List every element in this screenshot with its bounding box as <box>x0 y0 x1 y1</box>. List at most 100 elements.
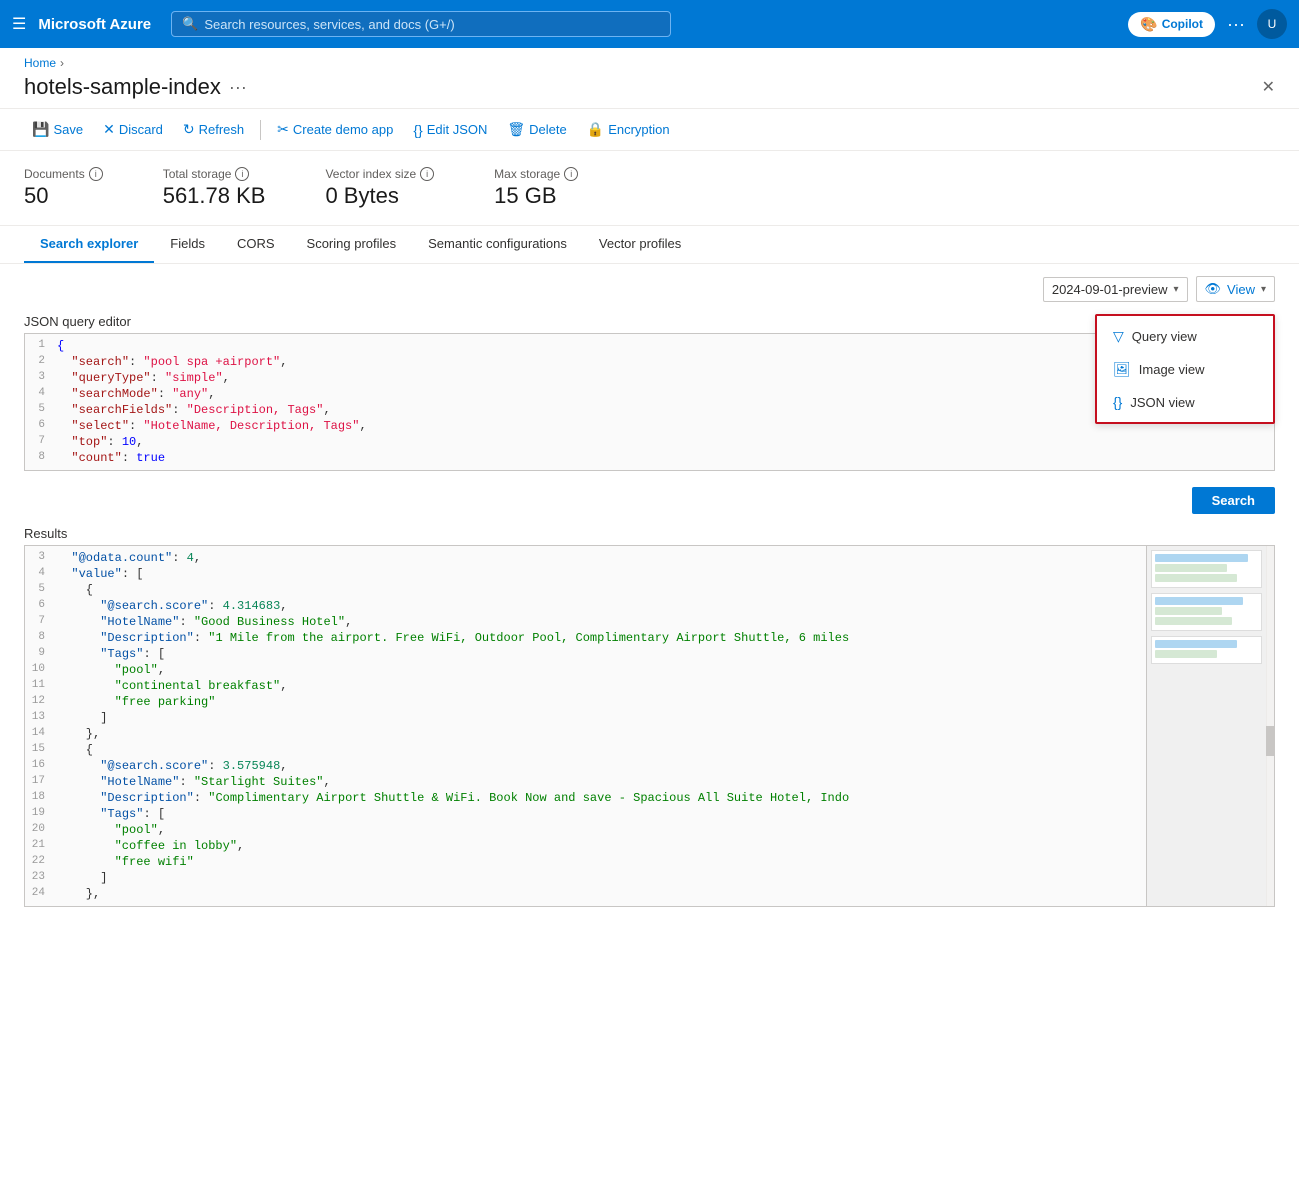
total-storage-info-icon[interactable]: i <box>235 167 249 181</box>
breadcrumb: Home › <box>0 48 1299 70</box>
documents-value: 50 <box>24 183 103 209</box>
tab-scoring-profiles[interactable]: Scoring profiles <box>291 226 413 263</box>
page-title-row: hotels-sample-index ··· <box>24 74 247 100</box>
json-view-icon: {} <box>1113 394 1122 410</box>
close-button[interactable]: ✕ <box>1262 77 1275 97</box>
global-search-input[interactable] <box>204 17 660 32</box>
image-view-icon: 🖼 <box>1113 361 1131 378</box>
tab-vector-profiles[interactable]: Vector profiles <box>583 226 697 263</box>
results-main: 3 "@odata.count": 4, 4 "value": [ 5 { 6 <box>25 546 1146 906</box>
editor-container[interactable]: 1 { 2 "search": "pool spa +airport", 3 "… <box>24 333 1275 471</box>
topbar-right: 🎨 Copilot ··· U <box>1128 9 1287 39</box>
result-line: 8 "Description": "1 Mile from the airpor… <box>25 630 1146 646</box>
query-view-option[interactable]: ▽ Query view <box>1097 320 1273 353</box>
result-line: 16 "@search.score": 3.575948, <box>25 758 1146 774</box>
result-line: 5 { <box>25 582 1146 598</box>
editor-line: 4 "searchMode": "any", <box>25 386 1274 402</box>
discard-icon: ✕ <box>103 121 115 138</box>
save-icon: 💾 <box>32 121 49 138</box>
tab-fields[interactable]: Fields <box>154 226 221 263</box>
vector-index-info-icon[interactable]: i <box>420 167 434 181</box>
avatar[interactable]: U <box>1257 9 1287 39</box>
delete-icon: 🗑 <box>507 121 525 138</box>
stat-max-storage: Max storage i 15 GB <box>494 167 578 209</box>
thumb-block-1 <box>1151 550 1262 588</box>
encryption-button[interactable]: 🔒 Encryption <box>579 117 678 142</box>
view-label: View <box>1227 282 1255 297</box>
max-storage-label: Max storage <box>494 167 560 181</box>
copilot-button[interactable]: 🎨 Copilot <box>1128 12 1215 37</box>
result-line: 22 "free wifi" <box>25 854 1146 870</box>
scrollbar-thumb[interactable] <box>1266 726 1274 756</box>
toolbar-separator-1 <box>260 120 261 140</box>
create-demo-icon: ✂ <box>277 121 289 138</box>
result-line: 19 "Tags": [ <box>25 806 1146 822</box>
results-scrollbar[interactable] <box>1266 546 1274 906</box>
encryption-icon: 🔒 <box>587 121 604 138</box>
results-content: 3 "@odata.count": 4, 4 "value": [ 5 { 6 <box>25 546 1146 906</box>
breadcrumb-sep: › <box>60 56 64 70</box>
menu-icon[interactable]: ☰ <box>12 14 26 34</box>
topbar-more-icon[interactable]: ··· <box>1227 14 1245 35</box>
editor-line: 1 { <box>25 338 1274 354</box>
create-demo-button[interactable]: ✂ Create demo app <box>269 117 401 142</box>
json-view-label: JSON view <box>1130 395 1194 410</box>
search-button-row: Search <box>24 479 1275 522</box>
max-storage-info-icon[interactable]: i <box>564 167 578 181</box>
editor-line: 2 "search": "pool spa +airport", <box>25 354 1274 370</box>
content-topbar: 2024-09-01-preview ▾ 👁 View ▾ ▽ Query vi… <box>24 264 1275 310</box>
stat-documents: Documents i 50 <box>24 167 103 209</box>
stat-vector-index: Vector index size i 0 Bytes <box>325 167 434 209</box>
editor-line: 6 "select": "HotelName, Description, Tag… <box>25 418 1274 434</box>
content-area: 2024-09-01-preview ▾ 👁 View ▾ ▽ Query vi… <box>0 264 1299 907</box>
view-dropdown[interactable]: 👁 View ▾ <box>1196 276 1276 302</box>
json-view-option[interactable]: {} JSON view <box>1097 386 1273 418</box>
page-header: hotels-sample-index ··· ✕ <box>0 70 1299 108</box>
tab-search-explorer[interactable]: Search explorer <box>24 226 154 263</box>
json-query-editor: JSON query editor 1 { 2 "search": "pool … <box>24 310 1275 471</box>
edit-json-icon: {} <box>413 122 422 138</box>
editor-content[interactable]: 1 { 2 "search": "pool spa +airport", 3 "… <box>25 334 1274 470</box>
page-title: hotels-sample-index <box>24 74 221 100</box>
image-view-label: Image view <box>1139 362 1205 377</box>
version-value: 2024-09-01-preview <box>1052 282 1168 297</box>
vector-index-value: 0 Bytes <box>325 183 434 209</box>
editor-line: 3 "queryType": "simple", <box>25 370 1274 386</box>
total-storage-label: Total storage <box>163 167 232 181</box>
result-line: 15 { <box>25 742 1146 758</box>
documents-info-icon[interactable]: i <box>89 167 103 181</box>
copilot-icon: 🎨 <box>1140 16 1157 33</box>
result-line: 23 ] <box>25 870 1146 886</box>
copilot-label: Copilot <box>1162 17 1203 31</box>
query-view-icon: ▽ <box>1113 328 1124 345</box>
version-dropdown[interactable]: 2024-09-01-preview ▾ <box>1043 277 1188 302</box>
edit-json-button[interactable]: {} Edit JSON <box>405 118 495 142</box>
result-line: 20 "pool", <box>25 822 1146 838</box>
result-line: 13 ] <box>25 710 1146 726</box>
delete-button[interactable]: 🗑 Delete <box>499 117 574 142</box>
tab-cors[interactable]: CORS <box>221 226 291 263</box>
result-line: 17 "HotelName": "Starlight Suites", <box>25 774 1146 790</box>
search-button[interactable]: Search <box>1192 487 1275 514</box>
save-button[interactable]: 💾 Save <box>24 117 91 142</box>
result-line: 6 "@search.score": 4.314683, <box>25 598 1146 614</box>
topbar: ☰ Microsoft Azure 🔍 🎨 Copilot ··· U <box>0 0 1299 48</box>
max-storage-value: 15 GB <box>494 183 578 209</box>
global-search[interactable]: 🔍 <box>171 11 671 37</box>
image-view-option[interactable]: 🖼 Image view <box>1097 353 1273 386</box>
thumb-block-2 <box>1151 593 1262 631</box>
vector-index-label: Vector index size <box>325 167 416 181</box>
thumb-block-3 <box>1151 636 1262 664</box>
result-line: 14 }, <box>25 726 1146 742</box>
discard-button[interactable]: ✕ Discard <box>95 117 171 142</box>
results-label: Results <box>24 522 1275 545</box>
page-title-more-icon[interactable]: ··· <box>229 77 247 98</box>
result-line: 4 "value": [ <box>25 566 1146 582</box>
search-icon: 🔍 <box>182 16 198 32</box>
refresh-button[interactable]: ↻ Refresh <box>175 117 252 142</box>
total-storage-value: 561.78 KB <box>163 183 266 209</box>
tab-semantic-configurations[interactable]: Semantic configurations <box>412 226 583 263</box>
results-container: 3 "@odata.count": 4, 4 "value": [ 5 { 6 <box>24 545 1275 907</box>
breadcrumb-home[interactable]: Home <box>24 56 56 70</box>
editor-line: 5 "searchFields": "Description, Tags", <box>25 402 1274 418</box>
